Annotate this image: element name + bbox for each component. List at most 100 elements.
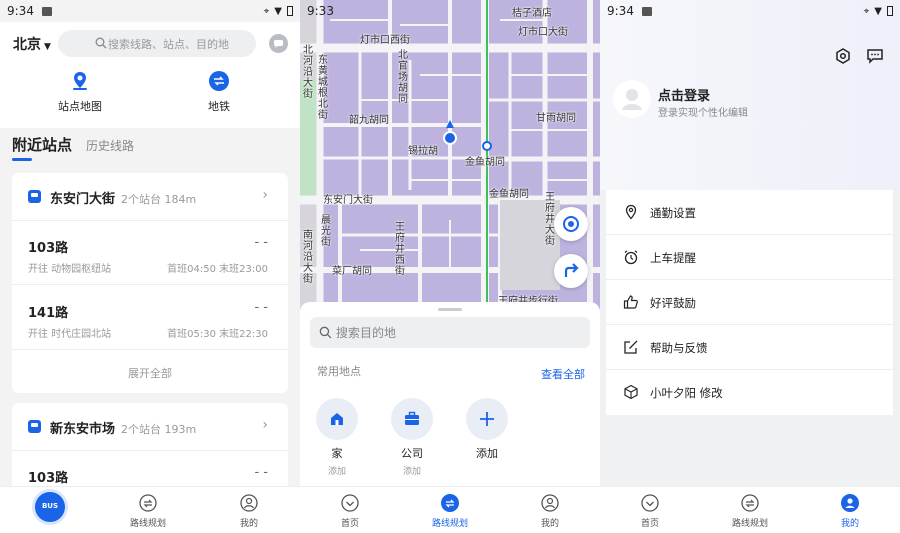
briefcase-icon: [391, 398, 433, 440]
tab-home[interactable]: 首页: [620, 493, 680, 529]
bus-fab-label: BUS: [41, 502, 59, 510]
drag-handle[interactable]: [438, 308, 462, 311]
station-header[interactable]: 新东安市场 2个站台 193m ›: [12, 403, 288, 451]
profile-screen: 9:34 ⌖ ▼ 点击登录 登录实现个性化编辑 通勤设置 上车提醒 好评鼓励 帮…: [600, 0, 900, 533]
bottom-tab-bar: 首页 路线规划 我的: [300, 486, 600, 533]
station-map-label: 站点地图: [58, 100, 102, 113]
menu-commute-settings[interactable]: 通勤设置: [606, 190, 893, 235]
login-button[interactable]: 点击登录: [658, 85, 710, 104]
line-eta: - -: [254, 235, 268, 250]
city-selector[interactable]: 北京 ▼: [13, 34, 51, 54]
route-planning-screen: 桔子酒店 灯市口西街 灯市口大街 东黄城根北街 北河沿大街 北官场胡同 韶九胡同…: [300, 0, 600, 533]
tab-route-planning[interactable]: 路线规划: [720, 493, 780, 529]
line-number: 103路: [28, 241, 69, 256]
line-schedule: 首班05:30 末班22:30: [167, 329, 268, 340]
station-meta: 2个站台 184m: [121, 193, 197, 206]
menu-help-feedback[interactable]: 帮助与反馈: [606, 325, 893, 370]
tab-mine[interactable]: 我的: [820, 493, 880, 529]
expand-all-button[interactable]: 展开全部: [12, 365, 288, 381]
location-icon: ⌖: [863, 5, 870, 17]
map-label-road: 菜厂胡同: [332, 266, 372, 277]
line-direction: 开往 动物园枢纽站: [28, 264, 112, 275]
station-meta: 2个站台 193m: [121, 423, 197, 436]
station-map-button[interactable]: 站点地图: [40, 70, 120, 114]
route-button[interactable]: [554, 254, 588, 288]
tab-route-planning[interactable]: 路线规划: [420, 493, 480, 529]
map-label-road: 灯市口西街: [360, 35, 410, 46]
profile-menu: 通勤设置 上车提醒 好评鼓励 帮助与反馈 小叶夕阳 修改: [606, 190, 893, 415]
tab-nearby-stations[interactable]: 附近站点: [12, 134, 72, 155]
station-name: 新东安市场: [50, 422, 116, 437]
search-placeholder: 搜索目的地: [336, 326, 397, 340]
map-view[interactable]: 桔子酒店 灯市口西街 灯市口大街 东黄城根北街 北河沿大街 北官场胡同 韶九胡同…: [300, 0, 600, 310]
user-icon: [840, 493, 860, 513]
tab-mine[interactable]: 我的: [520, 493, 580, 529]
place-company[interactable]: 公司 添加: [391, 398, 433, 477]
home-bus-button[interactable]: BUS: [32, 489, 68, 525]
chevron-right-icon: ›: [262, 187, 268, 203]
tab-label: 我的: [540, 519, 559, 529]
search-input[interactable]: 搜索线路、站点、目的地: [58, 30, 256, 57]
status-bar: 9:33: [300, 0, 600, 22]
place-add-label: 添加: [327, 467, 346, 477]
line-number: 103路: [28, 471, 69, 486]
nearby-stations-screen: 9:34 ⌖ ▼ 北京 ▼ 搜索线路、站点、目的地 站点地图 地铁 附近站点 历…: [0, 0, 300, 533]
menu-boarding-reminder[interactable]: 上车提醒: [606, 235, 893, 280]
line-row[interactable]: 141路 - - 开往 时代庄园北站 首班05:30 末班22:30: [12, 286, 288, 350]
line-eta: - -: [254, 300, 268, 315]
notification-icon: [641, 6, 652, 16]
location-pin-icon: [625, 204, 637, 220]
tab-label: 路线规划: [731, 519, 768, 529]
menu-modified-by[interactable]: 小叶夕阳 修改: [606, 370, 893, 415]
heading-arrow-icon: [446, 120, 454, 128]
tab-label: 我的: [840, 519, 859, 529]
tab-home[interactable]: 首页: [320, 493, 380, 529]
login-subtitle: 登录实现个性化编辑: [658, 108, 748, 119]
route-icon: [138, 493, 158, 513]
tab-label: 路线规划: [129, 519, 166, 529]
menu-rate-app[interactable]: 好评鼓励: [606, 280, 893, 325]
station-name: 东安门大街: [50, 192, 116, 207]
station-header[interactable]: 东安门大街 2个站台 184m ›: [12, 173, 288, 221]
city-label: 北京: [13, 37, 41, 53]
menu-label: 好评鼓励: [650, 296, 696, 310]
status-bar: 9:34 ⌖ ▼: [600, 0, 900, 22]
tab-history-lines[interactable]: 历史线路: [86, 137, 134, 154]
map-label-road: 锡拉胡: [408, 146, 438, 157]
destination-search-input[interactable]: 搜索目的地: [310, 317, 590, 348]
thumbs-up-icon: [623, 295, 638, 309]
tab-mine[interactable]: 我的: [219, 493, 279, 529]
subway-button[interactable]: 地铁: [179, 70, 259, 114]
place-add[interactable]: 添加: [466, 398, 508, 461]
subway-icon: [208, 70, 230, 92]
menu-label: 通勤设置: [650, 206, 696, 220]
locate-button[interactable]: [554, 207, 588, 241]
subway-station-icon: [482, 141, 492, 151]
header-panel: 北京 ▼ 搜索线路、站点、目的地 站点地图 地铁: [0, 22, 300, 128]
message-icon[interactable]: [269, 34, 288, 53]
tab-label: 我的: [239, 519, 258, 529]
map-label-road: 甘雨胡同: [536, 113, 576, 124]
current-location-marker: [443, 131, 457, 145]
map-pin-icon: [69, 70, 91, 92]
tab-route-planning[interactable]: 路线规划: [118, 493, 178, 529]
place-name: 公司: [401, 447, 423, 460]
map-label-road: 金鱼胡同: [465, 157, 505, 168]
battery-icon: [287, 6, 293, 16]
settings-icon[interactable]: [833, 46, 853, 66]
bus-stop-icon: [28, 190, 41, 203]
status-bar: 9:34 ⌖ ▼: [0, 0, 300, 22]
wifi-icon: ▼: [874, 5, 882, 17]
common-places-label: 常用地点: [317, 365, 361, 378]
see-all-link[interactable]: 查看全部: [541, 366, 585, 382]
caret-down-icon: ▼: [44, 42, 51, 52]
feedback-message-icon[interactable]: [865, 46, 885, 66]
avatar[interactable]: [613, 80, 651, 118]
place-home[interactable]: 家 添加: [316, 398, 358, 477]
search-icon: [95, 37, 107, 49]
chevron-right-icon: ›: [262, 417, 268, 433]
route-icon: [440, 493, 460, 513]
line-row[interactable]: 103路 - - 开往 动物园枢纽站 首班04:50 末班23:00: [12, 221, 288, 285]
tab-label: 首页: [340, 519, 359, 529]
bus-stop-icon: [28, 420, 41, 433]
